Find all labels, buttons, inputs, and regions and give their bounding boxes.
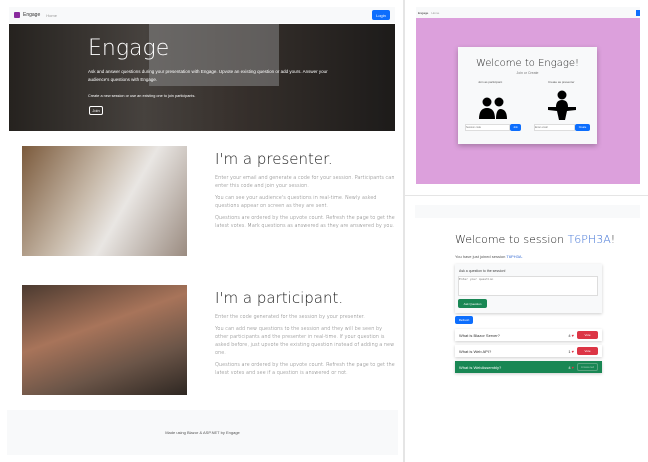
hero-subtext: Create a new session or use an existing … bbox=[88, 94, 196, 98]
divider-horizontal bbox=[405, 195, 648, 196]
joined-prefix: You have just joined session bbox=[455, 254, 507, 259]
chat-logo-icon bbox=[14, 12, 20, 18]
heart-icon: ♥ bbox=[571, 332, 574, 338]
title-prefix: Welcome to session bbox=[455, 233, 568, 246]
hero: Engage Ask and answer questions during y… bbox=[9, 24, 395, 131]
heart-icon: ♥ bbox=[571, 364, 574, 370]
presenter-icon bbox=[548, 90, 576, 120]
joined-text: You have just joined session T6PH3A. bbox=[455, 254, 523, 259]
welcome-card: Welcome to Engage! Join or Create Join a… bbox=[458, 47, 597, 144]
welcome-navbar: Engage Home bbox=[416, 7, 640, 18]
joined-code[interactable]: T6PH3A. bbox=[506, 254, 522, 259]
hero-text: Ask and answer questions during your pre… bbox=[88, 69, 328, 82]
email-input[interactable] bbox=[534, 124, 575, 131]
ask-card: Ask a question to the session! Ask Quest… bbox=[455, 264, 602, 313]
presenter-text: Questions are ordered by the upvote coun… bbox=[215, 215, 395, 229]
participant-text: Enter the code generated for the session… bbox=[215, 314, 365, 320]
question-text: What is Blazor Server? bbox=[459, 332, 500, 338]
welcome-subtitle: Join or Create bbox=[516, 71, 539, 75]
login-button[interactable] bbox=[636, 9, 640, 16]
join-button[interactable]: Join bbox=[89, 106, 103, 115]
participant-section: I'm a participant. Enter the code genera… bbox=[215, 289, 395, 377]
nav-home[interactable]: Home bbox=[46, 13, 57, 18]
brand[interactable]: Engage bbox=[418, 11, 428, 15]
session-navbar bbox=[415, 205, 640, 218]
participant-label: Join as participant bbox=[478, 80, 503, 84]
session-code-group: Join bbox=[465, 124, 521, 131]
ask-question-button[interactable]: Ask Question bbox=[458, 299, 487, 308]
refresh-button[interactable]: Refresh bbox=[455, 316, 473, 324]
participant-photo bbox=[22, 285, 187, 395]
brand[interactable]: Engage bbox=[23, 12, 40, 18]
session-code-input[interactable] bbox=[465, 124, 510, 131]
vote-button[interactable]: Vote bbox=[577, 347, 598, 355]
vote-count: 4 bbox=[568, 364, 571, 370]
footer-text: Made using Blazor & ASP.NET by Engage bbox=[165, 430, 240, 435]
presenter-photo bbox=[22, 146, 187, 256]
ask-label: Ask a question to the session! bbox=[459, 269, 506, 273]
login-button[interactable]: Login bbox=[372, 10, 390, 20]
participant-text: Questions are ordered by the upvote coun… bbox=[215, 362, 395, 376]
home-navbar: Engage Home Login bbox=[9, 7, 395, 23]
participant-text: You can add new questions to the session… bbox=[215, 326, 395, 356]
create-button[interactable]: Create bbox=[575, 124, 590, 131]
presenter-section: I'm a presenter. Enter your email and ge… bbox=[215, 150, 395, 230]
session-title: Welcome to session T6PH3A! bbox=[455, 233, 615, 246]
presenter-text: Enter your email and generate a code for… bbox=[215, 175, 395, 189]
nav-home[interactable]: Home bbox=[431, 11, 439, 15]
welcome-title: Welcome to Engage! bbox=[475, 58, 580, 69]
question-row-answered: What is WebAssembly? 4 ♥ Answered bbox=[455, 361, 602, 373]
answered-button[interactable]: Answered bbox=[577, 363, 598, 371]
participants-icon bbox=[479, 97, 507, 119]
question-text: What is WebAssembly? bbox=[459, 364, 502, 370]
hero-title: Engage bbox=[88, 36, 170, 61]
question-row: What is Blazor Server? 4 ♥ Vote bbox=[455, 329, 602, 341]
footer: Made using Blazor & ASP.NET by Engage bbox=[7, 410, 398, 455]
join-button[interactable]: Join bbox=[510, 124, 521, 131]
participant-title: I'm a participant. bbox=[215, 289, 344, 307]
question-row: What is Web API? 1 ♥ Vote bbox=[455, 345, 602, 357]
question-text: What is Web API? bbox=[459, 348, 492, 354]
vote-count: 4 bbox=[568, 332, 571, 338]
presenter-text: You can see your audience's questions in… bbox=[215, 195, 377, 209]
divider-vertical bbox=[403, 0, 405, 462]
session-code: T6PH3A bbox=[567, 233, 611, 246]
vote-button[interactable]: Vote bbox=[577, 331, 598, 339]
presenter-title: I'm a presenter. bbox=[215, 150, 333, 168]
question-input[interactable] bbox=[458, 276, 598, 296]
presenter-label: Create as presenter bbox=[548, 80, 575, 84]
title-suffix: ! bbox=[610, 233, 616, 246]
heart-icon: ♥ bbox=[571, 348, 574, 354]
email-group: Create bbox=[534, 124, 590, 131]
vote-count: 1 bbox=[568, 348, 571, 354]
